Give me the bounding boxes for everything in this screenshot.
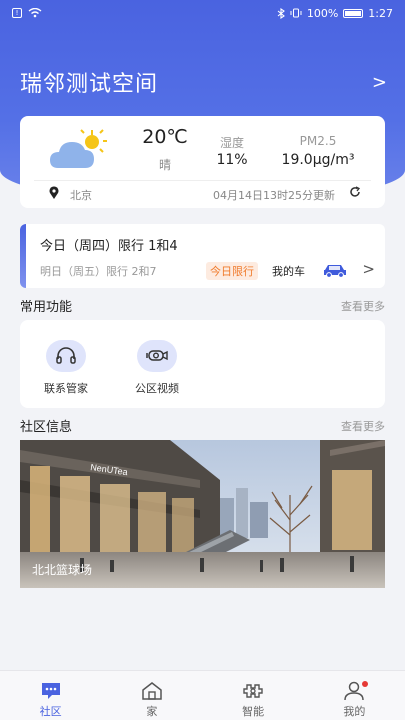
see-more-link[interactable]: 查看更多 bbox=[341, 418, 385, 434]
battery-icon bbox=[343, 8, 364, 18]
community-icon bbox=[41, 683, 60, 699]
tab-label: 家 bbox=[146, 705, 158, 718]
tab-smart[interactable]: 智能 bbox=[203, 671, 304, 720]
refresh-icon[interactable] bbox=[349, 186, 361, 198]
community-switcher[interactable]: 瑞邻测试空间 > bbox=[20, 64, 387, 100]
chevron-right-icon: > bbox=[362, 260, 375, 278]
pm25-label: PM2.5 bbox=[299, 134, 337, 148]
bluetooth-icon bbox=[277, 7, 285, 19]
tab-label: 我的 bbox=[343, 705, 366, 718]
section-title: 常用功能 bbox=[20, 300, 73, 315]
tab-label: 智能 bbox=[242, 705, 265, 718]
traffic-restriction-card[interactable]: 今日（周四）限行 1和4 明日（周五）限行 2和7 今日限行 我的车 > bbox=[20, 224, 385, 288]
chevron-right-icon: > bbox=[371, 71, 387, 93]
vibrate-icon bbox=[290, 8, 302, 18]
tab-profile[interactable]: 我的 bbox=[304, 671, 405, 720]
clock: 1:27 bbox=[368, 6, 393, 20]
common-functions-header: 常用功能 查看更多 bbox=[20, 296, 385, 316]
page-title: 瑞邻测试空间 bbox=[20, 72, 159, 97]
sim-icon: ! bbox=[12, 8, 22, 18]
function-label: 联系管家 bbox=[44, 382, 88, 395]
my-car-label[interactable]: 我的车 bbox=[272, 263, 305, 279]
status-bar: ! 100% 1:27 bbox=[0, 0, 405, 26]
location-pin-icon bbox=[49, 186, 59, 199]
tomorrow-restriction: 明日（周五）限行 2和7 bbox=[40, 265, 157, 278]
banner-caption: 北北篮球场 bbox=[32, 563, 93, 577]
tab-community[interactable]: 社区 bbox=[0, 671, 101, 720]
function-label: 公区视频 bbox=[135, 382, 179, 395]
wifi-icon bbox=[28, 8, 42, 18]
weather-card[interactable]: 20℃ 晴 湿度 11% PM2.5 19.0μg/m³ 北京 04月14日13… bbox=[20, 116, 385, 208]
common-functions-card: 联系管家 公区视频 bbox=[20, 320, 385, 408]
city-name: 北京 bbox=[70, 189, 92, 202]
today-restriction: 今日（周四）限行 1和4 bbox=[40, 239, 178, 254]
battery-percent: 100% bbox=[306, 6, 339, 20]
home-icon bbox=[142, 682, 162, 700]
smart-icon bbox=[243, 684, 263, 698]
see-more-link[interactable]: 查看更多 bbox=[341, 298, 385, 314]
weather-condition: 晴 bbox=[158, 158, 171, 172]
headset-icon bbox=[46, 340, 86, 372]
update-time: 04月14日13时25分更新 bbox=[213, 189, 335, 202]
tab-home[interactable]: 家 bbox=[101, 671, 202, 720]
partly-cloudy-icon bbox=[50, 129, 107, 168]
camera-icon bbox=[137, 340, 177, 372]
car-icon bbox=[324, 265, 346, 278]
section-title: 社区信息 bbox=[20, 420, 73, 435]
humidity-value: 11% bbox=[216, 152, 248, 168]
community-info-header: 社区信息 查看更多 bbox=[20, 416, 385, 436]
bottom-tab-bar: 社区 家 智能 我的 bbox=[0, 670, 405, 720]
community-news-banner[interactable]: NenUTea 北北篮球场 bbox=[20, 440, 385, 588]
pm25-value: 19.0μg/m³ bbox=[281, 152, 355, 168]
notification-dot bbox=[361, 681, 368, 687]
public-video-button[interactable]: 公区视频 bbox=[117, 340, 197, 396]
contact-butler-button[interactable]: 联系管家 bbox=[26, 340, 106, 396]
divider bbox=[34, 180, 371, 181]
accent-bar bbox=[20, 224, 26, 288]
restriction-badge: 今日限行 bbox=[206, 262, 258, 280]
humidity-label: 湿度 bbox=[219, 136, 244, 150]
temperature: 20℃ bbox=[142, 126, 188, 148]
tab-label: 社区 bbox=[39, 705, 62, 718]
